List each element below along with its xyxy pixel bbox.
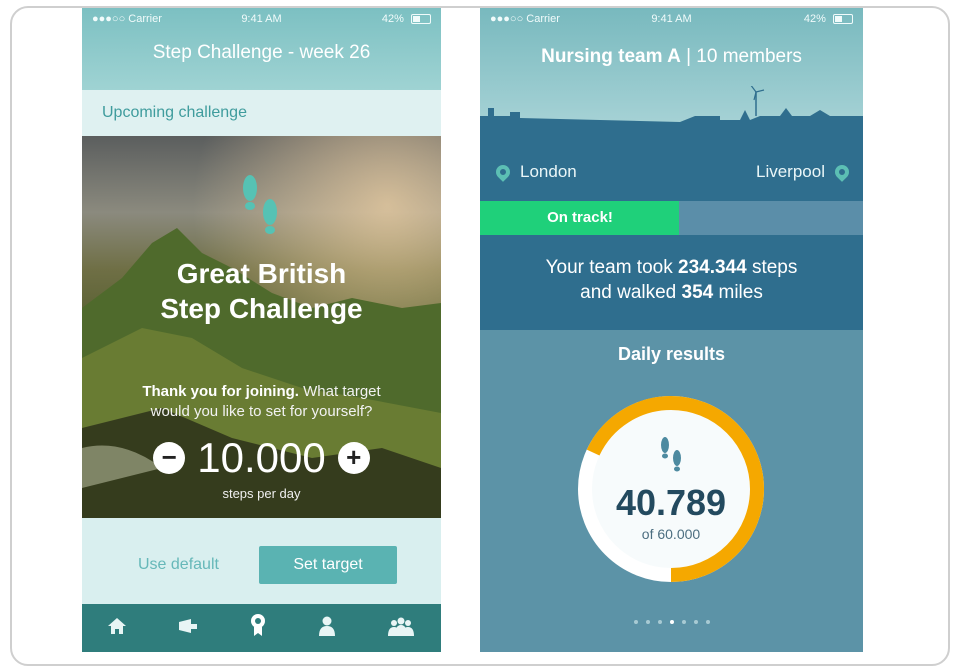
section-label: Upcoming challenge <box>102 104 247 121</box>
footprints-icon <box>661 437 681 472</box>
page-title: Step Challenge - week 26 <box>152 42 371 63</box>
set-target-button[interactable]: Set target <box>259 546 397 584</box>
steps-text-pre: Your team took <box>545 257 678 278</box>
decrease-button[interactable]: − <box>153 442 186 474</box>
team-steps-line: Your team took 234.344 steps <box>480 255 863 280</box>
carrier-label: ●●●○○ Carrier <box>92 13 162 25</box>
team-miles-value: 354 <box>681 282 714 303</box>
target-stepper: − 10.000 + <box>82 430 441 486</box>
ring-content: 40.789 of 60.000 <box>575 393 767 585</box>
person-icon[interactable] <box>318 616 336 641</box>
progress-status: On track! <box>547 209 613 226</box>
target-question: Thank you for joining. What target would… <box>82 382 441 422</box>
increase-button[interactable]: + <box>337 442 370 474</box>
award-icon[interactable] <box>249 613 267 643</box>
page-dot[interactable] <box>633 620 638 624</box>
battery-percent: 42% <box>803 13 826 25</box>
status-bar: ●●●○○ Carrier 9:41 AM 42% <box>480 8 863 30</box>
page-indicator[interactable] <box>480 620 863 624</box>
battery-icon <box>411 14 431 25</box>
question-line2: would you like to set for yourself? <box>150 403 373 420</box>
challenge-title: Great British Step Challenge <box>82 256 441 326</box>
miles-text-pre: and walked <box>580 282 682 303</box>
battery-icon <box>833 14 853 25</box>
team-miles-line: and walked 354 miles <box>480 280 863 305</box>
target-value: 10.000 <box>197 434 326 481</box>
challenge-title-line1: Great British <box>176 258 347 289</box>
battery-indicator: 42% <box>382 13 431 25</box>
question-rest: What target <box>298 383 381 400</box>
daily-results-title: Daily results <box>617 344 726 364</box>
miles-text-post: miles <box>713 282 763 303</box>
challenge-title-line2: Step Challenge <box>160 293 363 324</box>
action-bar: Use default Set target <box>82 518 441 604</box>
page-dot[interactable] <box>705 620 710 624</box>
group-icon[interactable] <box>386 616 416 641</box>
carrier-label: ●●●○○ Carrier <box>490 13 560 25</box>
phone-team-results: ●●●○○ Carrier 9:41 AM 42% Nursing team A… <box>480 8 863 652</box>
daily-progress-ring: 40.789 of 60.000 <box>575 393 767 585</box>
team-name: Nursing team A <box>541 46 681 67</box>
daily-steps-value: 40.789 <box>615 482 727 523</box>
page-dot[interactable] <box>657 620 662 624</box>
battery-indicator: 42% <box>804 13 853 25</box>
home-icon[interactable] <box>107 617 127 640</box>
location-pin-icon <box>493 162 513 182</box>
origin-label: London <box>520 162 577 181</box>
location-pin-icon <box>832 162 852 182</box>
section-bar: Upcoming challenge <box>82 90 441 136</box>
megaphone-icon[interactable] <box>177 618 199 639</box>
team-members: | 10 members <box>680 46 802 67</box>
footprints-icon <box>243 175 277 234</box>
destination-label: Liverpool <box>756 162 825 181</box>
route-progress-bar: On track! <box>480 201 863 235</box>
page-dot[interactable] <box>681 620 686 624</box>
steps-text-post: steps <box>746 257 798 278</box>
phone-step-challenge: ●●●○○ Carrier 9:41 AM 42% Step Challenge… <box>82 8 441 652</box>
page-dot[interactable] <box>645 620 650 624</box>
team-title: Nursing team A | 10 members <box>480 46 863 68</box>
status-bar: ●●●○○ Carrier 9:41 AM 42% <box>82 8 441 30</box>
page-dot[interactable] <box>693 620 698 624</box>
page-dot[interactable] <box>669 620 674 624</box>
battery-percent: 42% <box>381 13 404 25</box>
daily-goal-label: of 60.000 <box>641 526 701 542</box>
steps-per-day-label: steps per day <box>222 486 301 501</box>
question-bold: Thank you for joining. <box>142 383 299 400</box>
team-steps-value: 234.344 <box>678 257 747 278</box>
tab-bar <box>82 604 441 652</box>
destination-location: Liverpool <box>756 162 852 182</box>
use-default-button[interactable]: Use default <box>138 556 219 574</box>
origin-location: London <box>493 162 577 182</box>
